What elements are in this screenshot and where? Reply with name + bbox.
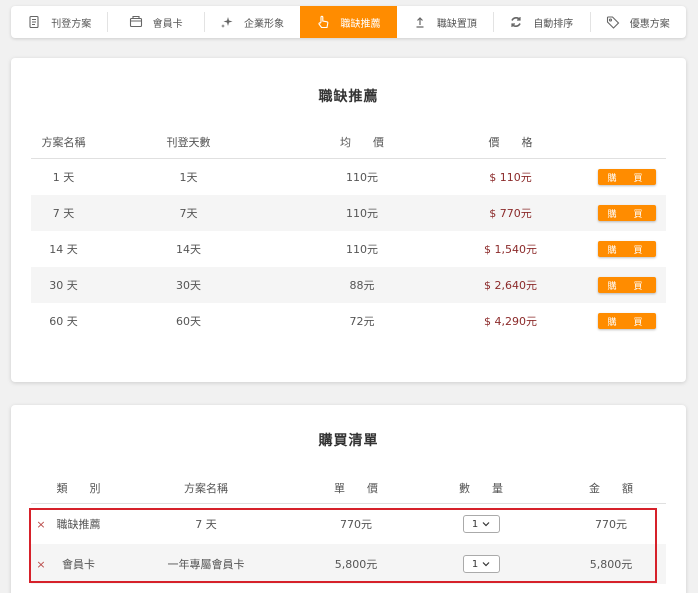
- total-price: $ 770元: [489, 207, 532, 220]
- column-header: 方案名稱: [41, 136, 86, 149]
- pricing-card: 職缺推薦 方案名稱 刊登天數 均 價 價 格 1 天 1天 110元 $ 110…: [11, 58, 686, 382]
- plan-name: 14 天: [49, 243, 78, 256]
- quantity-value: 1: [471, 558, 479, 570]
- nav-item-job-pin[interactable]: 職缺置頂: [397, 6, 493, 38]
- item-category: 職缺推薦: [56, 518, 101, 531]
- item-amount: 5,800元: [589, 558, 633, 571]
- list-item: × 會員卡 一年專屬會員卡 5,800元 1 5,800元: [31, 544, 666, 584]
- column-header: 刊登天數: [166, 136, 211, 149]
- column-header: 方案名稱: [184, 482, 228, 495]
- column-header: 類 別: [56, 482, 101, 495]
- nav-item-label: 刊登方案: [51, 18, 92, 30]
- listing-days: 14天: [176, 243, 201, 256]
- quantity-select[interactable]: 1: [462, 555, 500, 573]
- column-header: 價 格: [488, 136, 533, 149]
- chevron-down-icon: [482, 522, 490, 527]
- item-plan: 7 天: [195, 518, 217, 531]
- item-plan: 一年專屬會員卡: [167, 558, 245, 571]
- column-header: 金 額: [589, 482, 633, 495]
- plan-name: 7 天: [52, 207, 75, 220]
- purchase-list-table: 類 別 方案名稱 單 價 數 量 金 額 × 職缺推薦 7 天 770元 1 7…: [31, 473, 666, 584]
- nav-item-label: 職缺置頂: [436, 18, 477, 30]
- listing-days: 7天: [179, 207, 198, 220]
- nav-item-member-card[interactable]: 會員卡: [107, 6, 203, 38]
- plan-name: 60 天: [49, 315, 78, 328]
- nav-item-job-recommend[interactable]: 職缺推薦: [300, 6, 397, 38]
- quantity-value: 1: [471, 518, 479, 530]
- column-header: 單 價: [334, 482, 378, 495]
- average-price: 110元: [346, 171, 378, 184]
- item-unit-price: 5,800元: [334, 558, 378, 571]
- category-nav: 刊登方案 會員卡 企業形象 職缺推薦 職缺置頂 自動排序 優惠方案: [11, 6, 686, 38]
- quantity-select[interactable]: 1: [462, 515, 500, 533]
- nav-item-label: 企業形象: [244, 18, 285, 30]
- table-header: 類 別 方案名稱 單 價 數 量 金 額: [31, 473, 666, 504]
- table-header: 方案名稱 刊登天數 均 價 價 格: [31, 126, 666, 159]
- pricing-title: 職缺推薦: [318, 89, 379, 105]
- average-price: 110元: [346, 243, 378, 256]
- nav-item-label: 職缺推薦: [340, 18, 381, 30]
- plan-name: 1 天: [52, 171, 75, 184]
- buy-button[interactable]: 購 買: [598, 205, 656, 221]
- card-icon: [129, 15, 143, 29]
- buy-button[interactable]: 購 買: [598, 169, 656, 185]
- sparkle-icon: [220, 15, 234, 29]
- listing-days: 60天: [176, 315, 201, 328]
- sync-icon: [509, 15, 523, 29]
- plan-name: 30 天: [49, 279, 78, 292]
- listing-days: 1天: [179, 171, 198, 184]
- listing-days: 30天: [176, 279, 201, 292]
- total-price: $ 2,640元: [484, 279, 537, 292]
- average-price: 110元: [346, 207, 378, 220]
- total-price: $ 4,290元: [484, 315, 537, 328]
- remove-icon[interactable]: ×: [31, 558, 51, 571]
- nav-item-label: 優惠方案: [629, 18, 670, 30]
- average-price: 88元: [349, 279, 375, 292]
- nav-item-listing-plan[interactable]: 刊登方案: [11, 6, 107, 38]
- buy-button[interactable]: 購 買: [598, 241, 656, 257]
- item-unit-price: 770元: [340, 518, 372, 531]
- table-row: 30 天 30天 88元 $ 2,640元 購 買: [31, 267, 666, 303]
- nav-item-label: 會員卡: [152, 18, 183, 30]
- buy-button[interactable]: 購 買: [598, 277, 656, 293]
- item-amount: 770元: [595, 518, 627, 531]
- chevron-down-icon: [482, 562, 490, 567]
- table-row: 60 天 60天 72元 $ 4,290元 購 買: [31, 303, 666, 339]
- purchase-list-card: 購買清單 類 別 方案名稱 單 價 數 量 金 額 × 職缺推薦 7 天 770…: [11, 405, 686, 593]
- table-row: 7 天 7天 110元 $ 770元 購 買: [31, 195, 666, 231]
- tag-icon: [606, 15, 620, 29]
- remove-icon[interactable]: ×: [31, 518, 51, 531]
- total-price: $ 110元: [489, 171, 532, 184]
- arrow-up-icon: [413, 15, 427, 29]
- purchase-list-title: 購買清單: [318, 433, 379, 449]
- buy-button[interactable]: 購 買: [598, 313, 656, 329]
- table-row: 14 天 14天 110元 $ 1,540元 購 買: [31, 231, 666, 267]
- nav-item-label: 自動排序: [533, 18, 574, 30]
- average-price: 72元: [349, 315, 375, 328]
- nav-item-auto-sort[interactable]: 自動排序: [493, 6, 589, 38]
- nav-item-discount-plan[interactable]: 優惠方案: [589, 6, 686, 38]
- column-header: 數 量: [459, 482, 503, 495]
- item-category: 會員卡: [62, 558, 95, 571]
- document-icon: [27, 15, 41, 29]
- total-price: $ 1,540元: [484, 243, 537, 256]
- column-header: 均 價: [340, 136, 384, 149]
- nav-item-corporate-image[interactable]: 企業形象: [203, 6, 300, 38]
- table-row: 1 天 1天 110元 $ 110元 購 買: [31, 159, 666, 195]
- pricing-table: 方案名稱 刊登天數 均 價 價 格 1 天 1天 110元 $ 110元 購 買…: [31, 126, 666, 339]
- hand-pointer-icon: [316, 15, 330, 29]
- list-item: × 職缺推薦 7 天 770元 1 770元: [31, 504, 666, 544]
